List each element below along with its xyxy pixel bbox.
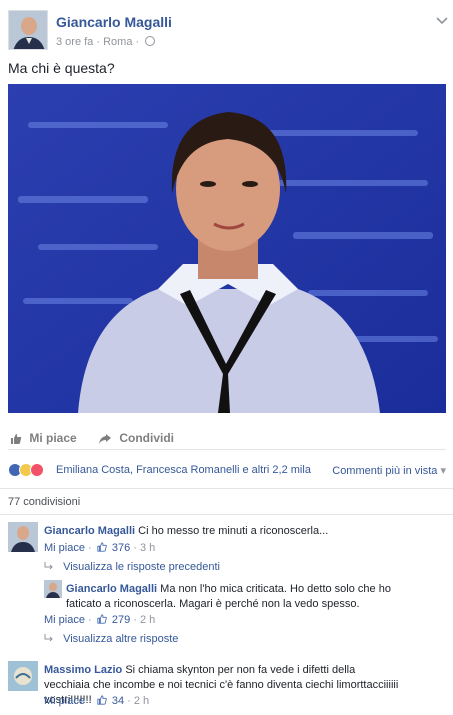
reply-arrow-icon bbox=[44, 562, 53, 570]
thumbs-up-icon bbox=[97, 695, 107, 705]
reply-like-link[interactable]: Mi piace bbox=[44, 614, 85, 626]
post-time[interactable]: 3 ore fa bbox=[56, 36, 93, 48]
thumbs-up-icon bbox=[11, 433, 22, 444]
meta-separator: · bbox=[96, 36, 101, 48]
reply-time[interactable]: 2 h bbox=[140, 614, 155, 626]
like-label: Mi piace bbox=[29, 431, 77, 445]
comments-order-label: Commenti più in vista bbox=[332, 465, 438, 477]
reply-avatar[interactable] bbox=[44, 580, 62, 598]
view-more-replies[interactable]: Visualizza altre risposte bbox=[44, 633, 178, 645]
reply-arrow-icon bbox=[44, 634, 53, 642]
thumbs-up-icon bbox=[97, 542, 107, 552]
post-photo[interactable] bbox=[8, 84, 446, 413]
comment-meta: Mi piace · 34 · 2 h bbox=[44, 695, 149, 707]
comment-author[interactable]: Giancarlo Magalli bbox=[44, 525, 135, 537]
globe-icon[interactable] bbox=[145, 36, 156, 46]
caret-down-icon: ▾ bbox=[440, 465, 446, 477]
view-previous-replies-label: Visualizza le risposte precedenti bbox=[63, 561, 221, 573]
meta-dot: · bbox=[133, 542, 137, 554]
reply-comment: Giancarlo Magalli Ma non l'ho mica criti… bbox=[44, 580, 444, 630]
reply-body: Giancarlo Magalli Ma non l'ho mica criti… bbox=[66, 582, 396, 612]
reaction-names[interactable]: Emiliana Costa, Francesca Romanelli e al… bbox=[56, 464, 311, 476]
post-text: Ma chi è questa? bbox=[8, 60, 115, 76]
comment-avatar[interactable] bbox=[8, 661, 38, 691]
author-avatar[interactable] bbox=[8, 10, 48, 50]
reply-like-count[interactable]: 279 bbox=[112, 614, 130, 626]
comment-author[interactable]: Massimo Lazio bbox=[44, 664, 122, 676]
comment-meta: Mi piace · 376 · 3 h bbox=[44, 542, 155, 554]
post-header: Giancarlo Magalli 3 ore fa · Roma · bbox=[8, 10, 448, 50]
share-button[interactable]: Condividi bbox=[98, 431, 174, 445]
chevron-down-icon[interactable] bbox=[436, 12, 448, 28]
divider bbox=[0, 514, 453, 515]
share-icon bbox=[99, 433, 111, 444]
divider bbox=[0, 488, 453, 489]
reply-meta: Mi piace · 279 · 2 h bbox=[44, 614, 155, 626]
comment-body: Giancarlo Magalli Ci ho messo tre minuti… bbox=[44, 524, 328, 539]
meta-dot: · bbox=[88, 614, 92, 626]
comment-like-count[interactable]: 34 bbox=[112, 695, 124, 707]
like-button[interactable]: Mi piace bbox=[10, 431, 77, 445]
comment-time[interactable]: 3 h bbox=[140, 542, 155, 554]
post-author-name[interactable]: Giancarlo Magalli bbox=[56, 14, 172, 30]
thumbs-up-icon bbox=[97, 614, 107, 624]
reply-author[interactable]: Giancarlo Magalli bbox=[66, 583, 157, 595]
reactions-row: Emiliana Costa, Francesca Romanelli e al… bbox=[8, 460, 446, 482]
meta-dot: · bbox=[88, 695, 92, 707]
comment-like-link[interactable]: Mi piace bbox=[44, 695, 85, 707]
post-meta: 3 ore fa · Roma · bbox=[56, 36, 156, 48]
meta-separator: · bbox=[135, 36, 140, 48]
meta-dot: · bbox=[127, 695, 131, 707]
love-reaction-icon bbox=[30, 463, 44, 477]
meta-dot: · bbox=[133, 614, 137, 626]
view-previous-replies[interactable]: Visualizza le risposte precedenti bbox=[44, 561, 220, 573]
comment-time[interactable]: 2 h bbox=[134, 695, 149, 707]
comment-avatar[interactable] bbox=[8, 522, 38, 552]
meta-dot: · bbox=[88, 542, 92, 554]
share-label: Condividi bbox=[119, 431, 175, 445]
comment: Giancarlo Magalli Ci ho messo tre minuti… bbox=[8, 522, 446, 562]
comment-text: Ci ho messo tre minuti a riconoscerla... bbox=[138, 525, 329, 537]
post-actions: Mi piace Condividi bbox=[8, 428, 446, 450]
shares-count[interactable]: 77 condivisioni bbox=[8, 496, 80, 508]
post-location[interactable]: Roma bbox=[103, 36, 132, 48]
comment: Massimo Lazio Si chiama skynton per non … bbox=[8, 661, 446, 715]
comment-like-count[interactable]: 376 bbox=[112, 542, 130, 554]
comment-like-link[interactable]: Mi piace bbox=[44, 542, 85, 554]
comments-order-dropdown[interactable]: Commenti più in vista ▾ bbox=[332, 464, 446, 477]
view-more-replies-label: Visualizza altre risposte bbox=[63, 633, 179, 645]
